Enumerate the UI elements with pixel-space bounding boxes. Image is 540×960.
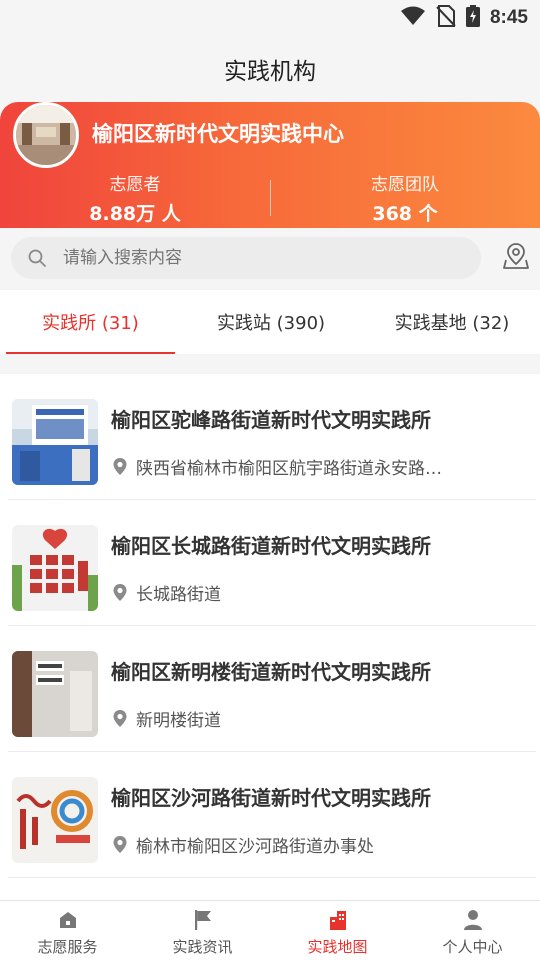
active-tab-indicator [6, 352, 175, 354]
nav-label: 个人中心 [442, 938, 503, 956]
org-list: 榆阳区驼峰路街道新时代文明实践所 陕西省榆林市榆阳区航宇路街道永安路… 榆阳区长… [0, 374, 540, 900]
stat-label: 志愿者 [109, 175, 161, 195]
address-text: 新明楼街道 [136, 711, 221, 731]
app-header: 实践机构 [0, 36, 540, 102]
item-address: 长城路街道 [111, 580, 491, 605]
list-item[interactable]: 榆阳区新明楼街道新时代文明实践所 新明楼街道 [0, 626, 540, 752]
nav-label: 实践资讯 [172, 938, 233, 956]
stat-label: 志愿团队 [371, 175, 439, 195]
search-row [0, 228, 540, 290]
home-icon [57, 909, 79, 931]
search-icon [27, 248, 47, 268]
status-icons: 8:45 [400, 5, 528, 31]
stat-value: 8.88万 人 [89, 203, 181, 225]
flag-icon [192, 909, 214, 931]
search-box[interactable] [11, 237, 481, 279]
item-thumbnail [12, 651, 98, 737]
no-sim-icon [436, 5, 456, 31]
bottom-nav: 志愿服务 实践资讯 实践地图 个人中心 [0, 900, 540, 960]
address-text: 长城路街道 [136, 585, 221, 605]
list-item[interactable]: 榆阳区沙河路街道新时代文明实践所 榆林市榆阳区沙河路街道办事处 [0, 752, 540, 878]
item-title: 榆阳区驼峰路街道新时代文明实践所 [111, 408, 431, 432]
item-address: 新明楼街道 [111, 706, 491, 731]
address-text: 陕西省榆林市榆阳区航宇路街道永安路… [136, 459, 442, 479]
location-pin-icon [111, 457, 129, 477]
stat-value: 368 个 [372, 203, 438, 225]
nav-label: 志愿服务 [37, 938, 98, 956]
address-text: 榆林市榆阳区沙河路街道办事处 [136, 837, 374, 857]
map-location-button[interactable] [500, 242, 532, 274]
location-pin-icon [111, 835, 129, 855]
wifi-icon [400, 6, 426, 30]
nav-label: 实践地图 [307, 938, 368, 956]
list-item[interactable]: 榆阳区长城路街道新时代文明实践所 长城路街道 [0, 500, 540, 626]
item-thumbnail [12, 399, 98, 485]
nav-practice-map[interactable]: 实践地图 [270, 901, 405, 960]
location-pin-icon [111, 583, 129, 603]
item-thumbnail [12, 525, 98, 611]
org-name: 榆阳区新时代文明实践中心 [92, 122, 344, 146]
battery-icon [465, 5, 480, 31]
divider [8, 877, 536, 878]
item-title: 榆阳区沙河路街道新时代文明实践所 [111, 786, 431, 810]
item-address: 榆林市榆阳区沙河路街道办事处 [111, 832, 491, 857]
map-pin-icon [502, 242, 530, 274]
category-tabs: 实践所 (31) 实践站 (390) 实践基地 (32) [0, 290, 540, 354]
item-title: 榆阳区长城路街道新时代文明实践所 [111, 534, 431, 558]
person-icon [462, 909, 484, 931]
item-address: 陕西省榆林市榆阳区航宇路街道永安路… [111, 454, 491, 479]
item-title: 榆阳区新明楼街道新时代文明实践所 [111, 660, 431, 684]
item-thumbnail [12, 777, 98, 863]
tab-practice-station[interactable]: 实践站 (390) [185, 290, 357, 354]
search-input[interactable] [63, 248, 443, 268]
team-stat[interactable]: 志愿团队 368 个 [270, 170, 540, 226]
tab-practice-office[interactable]: 实践所 (31) [6, 290, 175, 354]
nav-practice-news[interactable]: 实践资讯 [135, 901, 270, 960]
volunteer-stat[interactable]: 志愿者 8.88万 人 [0, 170, 270, 226]
list-item[interactable]: 榆阳区驼峰路街道新时代文明实践所 陕西省榆林市榆阳区航宇路街道永安路… [0, 374, 540, 500]
nav-volunteer-service[interactable]: 志愿服务 [0, 901, 135, 960]
building-icon [327, 909, 349, 931]
location-pin-icon [111, 709, 129, 729]
org-avatar [13, 102, 79, 168]
tab-practice-base[interactable]: 实践基地 (32) [367, 290, 537, 354]
page-title: 实践机构 [224, 59, 316, 85]
status-time: 8:45 [489, 7, 528, 28]
org-banner: 榆阳区新时代文明实践中心 志愿者 8.88万 人 志愿团队 368 个 [0, 102, 540, 228]
status-bar: 8:45 [0, 0, 540, 36]
nav-personal-center[interactable]: 个人中心 [405, 901, 540, 960]
